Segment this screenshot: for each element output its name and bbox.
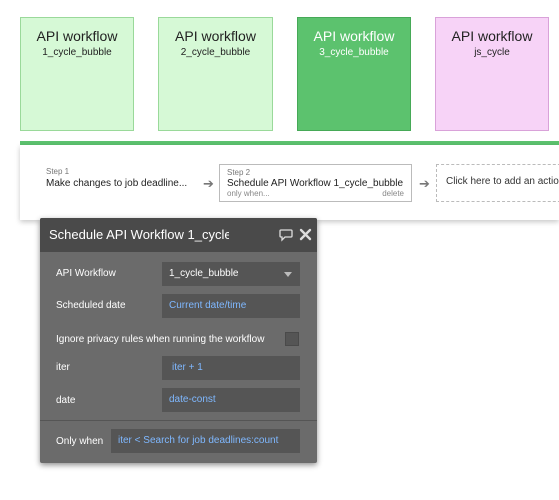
step-number: Step 2 bbox=[227, 168, 251, 177]
workflow-card-name: 2_cycle_bubble bbox=[180, 47, 251, 58]
api-workflow-label: API Workflow bbox=[56, 268, 116, 279]
step-2[interactable]: Step 2 Schedule API Workflow 1_cycle_bub… bbox=[219, 164, 412, 202]
only-when-condition-field[interactable]: iter < Search for job deadlines:count bbox=[111, 429, 300, 453]
workflow-card-1-cycle-bubble[interactable]: API workflow 1_cycle_bubble bbox=[20, 17, 134, 131]
workflow-card-title: API workflow bbox=[313, 28, 395, 44]
api-workflow-selected-value: 1_cycle_bubble bbox=[169, 268, 239, 279]
date-label: date bbox=[56, 395, 76, 406]
close-icon[interactable] bbox=[299, 228, 312, 241]
delete-step-link[interactable]: delete bbox=[382, 189, 404, 198]
panel-header: Schedule API Workflow 1_cycle_bubble bbox=[40, 218, 317, 252]
step-label: Make changes to job deadline... bbox=[46, 178, 188, 189]
workflow-card-title: API workflow bbox=[36, 28, 118, 44]
step-1[interactable]: Step 1 Make changes to job deadline... bbox=[46, 167, 187, 189]
workflow-card-title: API workflow bbox=[175, 28, 256, 44]
ignore-privacy-checkbox[interactable] bbox=[285, 332, 299, 346]
date-field[interactable]: date-const bbox=[162, 388, 300, 412]
workflow-card-name: js_cycle bbox=[474, 47, 510, 58]
workflow-steps-bar: Step 1 Make changes to job deadline... ➔… bbox=[20, 145, 559, 220]
only-when-label: Only when bbox=[56, 436, 104, 447]
api-workflow-dropdown[interactable]: 1_cycle_bubble bbox=[162, 262, 300, 286]
panel-divider bbox=[40, 420, 317, 421]
ignore-privacy-label: Ignore privacy rules when running the wo… bbox=[56, 334, 265, 345]
arrow-right-icon: ➔ bbox=[203, 176, 214, 191]
workflow-editor: API workflow 1_cycle_bubble API workflow… bbox=[0, 0, 559, 500]
iter-label: iter bbox=[56, 362, 70, 373]
panel-title: Schedule API Workflow 1_cycle_bubble bbox=[49, 227, 229, 242]
only-when-link[interactable]: only when... bbox=[227, 189, 270, 198]
scheduled-date-field[interactable]: Current date/time bbox=[162, 294, 300, 318]
workflow-card-name: 3_cycle_bubble bbox=[319, 47, 389, 58]
step-label: Schedule API Workflow 1_cycle_bubble bbox=[227, 178, 404, 189]
step-number: Step 1 bbox=[46, 167, 70, 176]
workflow-card-2-cycle-bubble[interactable]: API workflow 2_cycle_bubble bbox=[158, 17, 273, 131]
comment-icon[interactable] bbox=[279, 228, 293, 242]
workflow-card-name: 1_cycle_bubble bbox=[42, 47, 112, 58]
add-action-button[interactable]: Click here to add an action bbox=[436, 164, 559, 202]
iter-field[interactable]: iter + 1 bbox=[162, 356, 300, 380]
workflow-card-js-cycle[interactable]: API workflow js_cycle bbox=[435, 17, 549, 131]
scheduled-date-label: Scheduled date bbox=[56, 300, 126, 311]
chevron-down-icon bbox=[284, 272, 292, 277]
workflow-card-3-cycle-bubble[interactable]: API workflow 3_cycle_bubble bbox=[297, 17, 411, 131]
arrow-right-icon: ➔ bbox=[419, 176, 430, 191]
workflow-card-title: API workflow bbox=[451, 28, 533, 44]
